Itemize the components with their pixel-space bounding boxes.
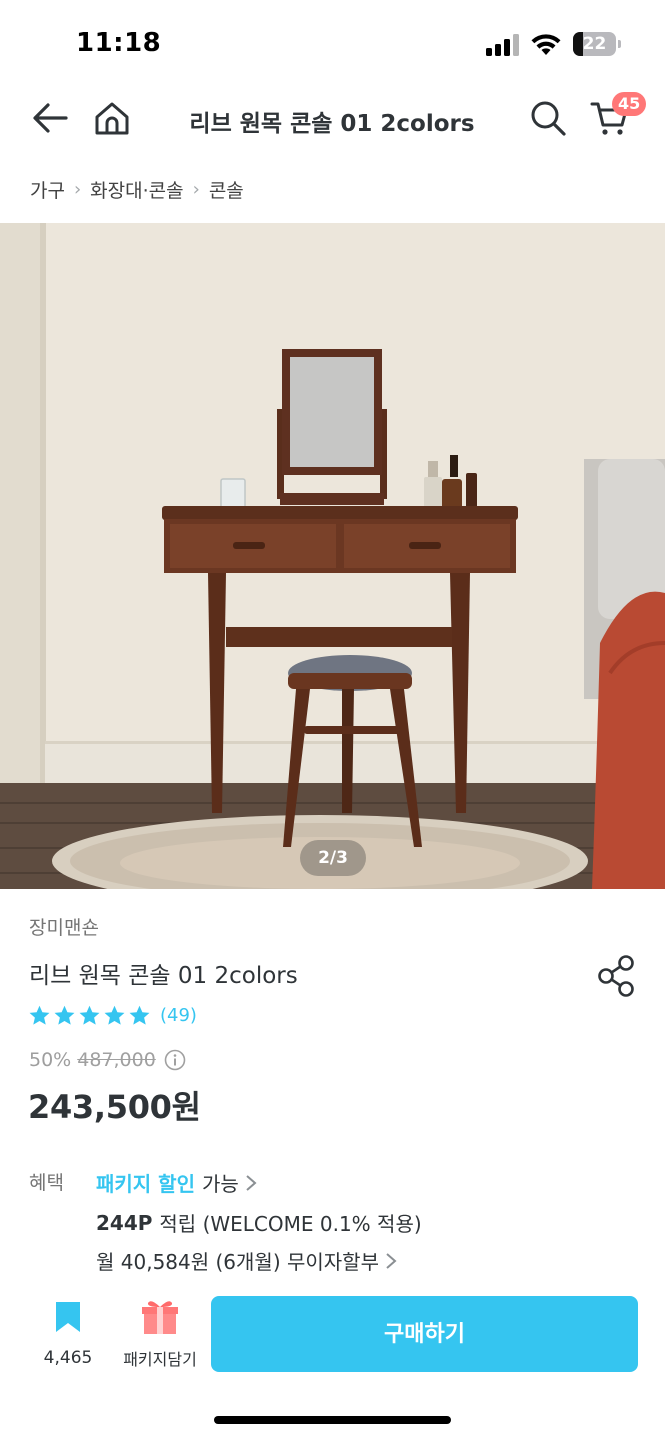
bookmark-icon	[56, 1302, 80, 1332]
chevron-right-icon: ›	[73, 178, 82, 200]
bookmark-count: 4,465	[43, 1348, 93, 1368]
package-discount-text: 패키지 할인	[96, 1172, 195, 1196]
review-count[interactable]: (49)	[160, 1005, 197, 1026]
star-icon	[104, 1005, 125, 1025]
package-add-button[interactable]: 패키지담기	[116, 1298, 204, 1370]
product-name: 리브 원목 콘솔 01 2colors	[29, 963, 298, 989]
cart-count-badge: 45	[612, 92, 647, 116]
breadcrumb-item[interactable]: 콘솔	[209, 176, 244, 203]
image-page-indicator: 2/3	[300, 840, 366, 876]
home-indicator[interactable]	[214, 1416, 451, 1424]
info-icon[interactable]	[164, 1049, 186, 1071]
home-icon[interactable]	[90, 96, 134, 140]
star-icon	[54, 1005, 75, 1025]
page-title: 리브 원목 콘솔 01 2colors	[189, 111, 475, 137]
points-text: 적립 (WELCOME 0.1% 적용)	[159, 1212, 422, 1236]
wifi-icon	[530, 31, 562, 57]
star-icon	[29, 1005, 50, 1025]
star-icon	[129, 1005, 150, 1025]
original-price: 487,000	[77, 1049, 156, 1071]
battery-icon: 22	[573, 32, 621, 56]
package-box-icon	[142, 1301, 178, 1334]
buy-button[interactable]: 구매하기	[211, 1296, 638, 1372]
star-icon	[79, 1005, 100, 1025]
rating[interactable]: (49)	[28, 1001, 197, 1029]
points-info: 244P 적립 (WELCOME 0.1% 적용)	[96, 1208, 422, 1237]
package-discount-suffix: 가능	[201, 1172, 239, 1196]
bottom-action-bar: 4,465 패키지담기 구매하기	[0, 1286, 665, 1396]
status-time: 11:18	[76, 28, 162, 58]
product-image[interactable]	[0, 223, 665, 889]
back-arrow-icon[interactable]	[28, 96, 72, 140]
bookmark-button[interactable]: 4,465	[36, 1300, 100, 1368]
top-navigation: 리브 원목 콘솔 01 2colors	[0, 88, 665, 152]
sale-price: 243,500원	[28, 1088, 201, 1126]
points-amount: 244P	[96, 1210, 153, 1235]
battery-level: 22	[582, 34, 607, 54]
package-discount-link[interactable]: 패키지 할인 가능	[96, 1168, 257, 1197]
installment-text: 월 40,584원 (6개월) 무이자할부	[96, 1250, 379, 1274]
search-icon[interactable]	[526, 96, 570, 140]
breadcrumb-item[interactable]: 가구	[30, 176, 65, 203]
chevron-right-icon	[246, 1174, 257, 1191]
chevron-right-icon: ›	[192, 178, 200, 200]
rating-stars	[28, 1004, 151, 1027]
signal-icon	[486, 34, 520, 56]
installment-link[interactable]: 월 40,584원 (6개월) 무이자할부	[96, 1246, 397, 1275]
share-icon[interactable]	[596, 954, 638, 998]
chevron-right-icon	[386, 1252, 397, 1269]
discount-rate: 50%	[29, 1049, 72, 1071]
price-row: 50% 487,000	[29, 1046, 186, 1074]
brand-name[interactable]: 장미맨숀	[29, 913, 99, 940]
breadcrumb: 가구 › 화장대·콘솔 › 콘솔	[30, 174, 244, 204]
benefit-label: 혜택	[29, 1172, 64, 1194]
status-bar: 11:18 22	[0, 0, 665, 88]
breadcrumb-item[interactable]: 화장대·콘솔	[90, 176, 183, 203]
package-label: 패키지담기	[123, 1350, 197, 1369]
